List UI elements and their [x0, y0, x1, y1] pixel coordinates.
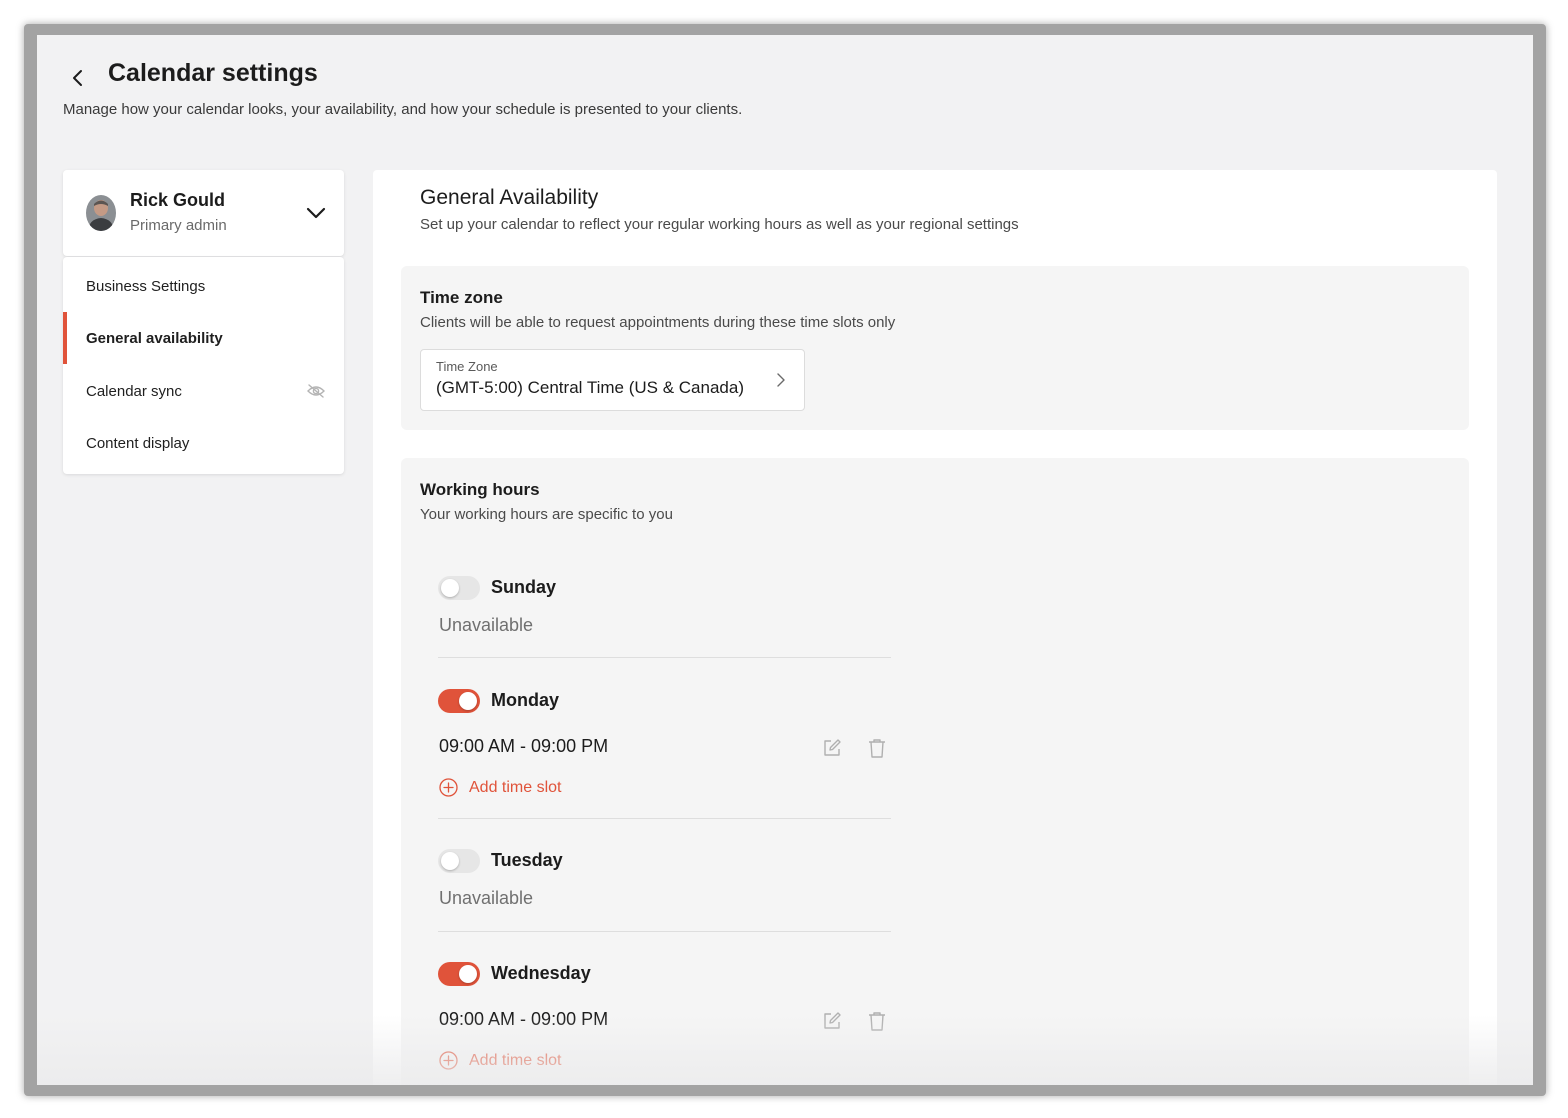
chevron-down-icon	[306, 207, 326, 219]
app-window: Calendar settings Manage how your calend…	[37, 35, 1533, 1085]
nav-item-general-availability[interactable]: General availability	[63, 312, 344, 364]
day-name: Wednesday	[491, 963, 591, 983]
day-toggle-wednesday[interactable]	[438, 962, 480, 986]
user-switcher[interactable]: Rick Gould Primary admin	[63, 170, 344, 256]
time-slot: 09:00 AM - 09:00 PM	[439, 736, 609, 756]
add-time-slot-label: Add time slot	[469, 1051, 562, 1069]
day-status: Unavailable	[439, 888, 534, 908]
add-time-slot-button[interactable]: Add time slot	[439, 778, 561, 797]
nav-item-content-display[interactable]: Content display	[63, 417, 344, 469]
availability-panel: General Availability Set up your calenda…	[373, 170, 1497, 1085]
plus-circle-icon	[439, 778, 458, 797]
working-hours-title: Working hours	[420, 480, 540, 499]
day-divider	[438, 818, 891, 819]
settings-nav: Business Settings General availability C…	[63, 257, 344, 474]
day-name: Tuesday	[491, 850, 563, 870]
working-hours-section: Working hours Your working hours are spe…	[401, 458, 1469, 1085]
nav-item-label: Business Settings	[86, 277, 206, 295]
day-name: Sunday	[491, 577, 557, 597]
timezone-value: (GMT-5:00) Central Time (US & Canada)	[436, 378, 744, 397]
day-toggle-sunday[interactable]	[438, 576, 480, 600]
add-time-slot-label: Add time slot	[469, 778, 562, 796]
trash-icon[interactable]	[866, 1010, 888, 1032]
nav-item-label: Calendar sync	[86, 382, 182, 400]
page-title: Calendar settings	[108, 59, 318, 87]
working-hours-subtitle: Your working hours are specific to you	[420, 506, 673, 523]
eye-slash-icon	[307, 384, 325, 398]
nav-item-business-settings[interactable]: Business Settings	[63, 260, 344, 312]
user-menu-toggle[interactable]	[304, 201, 328, 225]
day-divider	[438, 657, 891, 658]
chevron-left-icon	[73, 70, 82, 86]
page-subtitle: Manage how your calendar looks, your ava…	[63, 101, 743, 118]
back-button[interactable]	[63, 63, 93, 93]
day-status: Unavailable	[439, 615, 534, 635]
day-divider	[438, 931, 891, 932]
edit-icon[interactable]	[821, 1010, 843, 1032]
add-time-slot-button[interactable]: Add time slot	[439, 1051, 561, 1070]
plus-circle-icon	[439, 1051, 458, 1070]
timezone-title: Time zone	[420, 288, 503, 307]
timezone-subtitle: Clients will be able to request appointm…	[420, 314, 896, 331]
day-name: Monday	[491, 690, 560, 710]
nav-item-label: Content display	[86, 434, 190, 452]
day-toggle-tuesday[interactable]	[438, 849, 480, 873]
user-name: Rick Gould	[130, 190, 226, 210]
nav-item-label: General availability	[86, 329, 223, 347]
panel-title: General Availability	[420, 186, 599, 209]
trash-icon[interactable]	[866, 737, 888, 759]
user-role: Primary admin	[130, 217, 227, 234]
day-toggle-monday[interactable]	[438, 689, 480, 713]
timezone-select[interactable]: Time Zone (GMT-5:00) Central Time (US & …	[420, 349, 805, 411]
panel-subtitle: Set up your calendar to reflect your reg…	[420, 216, 1019, 233]
chevron-right-icon	[777, 373, 785, 387]
time-slot: 09:00 AM - 09:00 PM	[439, 1009, 609, 1029]
avatar	[86, 195, 116, 231]
timezone-field-label: Time Zone	[436, 359, 498, 374]
timezone-section: Time zone Clients will be able to reques…	[401, 266, 1469, 430]
edit-icon[interactable]	[821, 737, 843, 759]
nav-item-calendar-sync[interactable]: Calendar sync	[63, 365, 344, 417]
